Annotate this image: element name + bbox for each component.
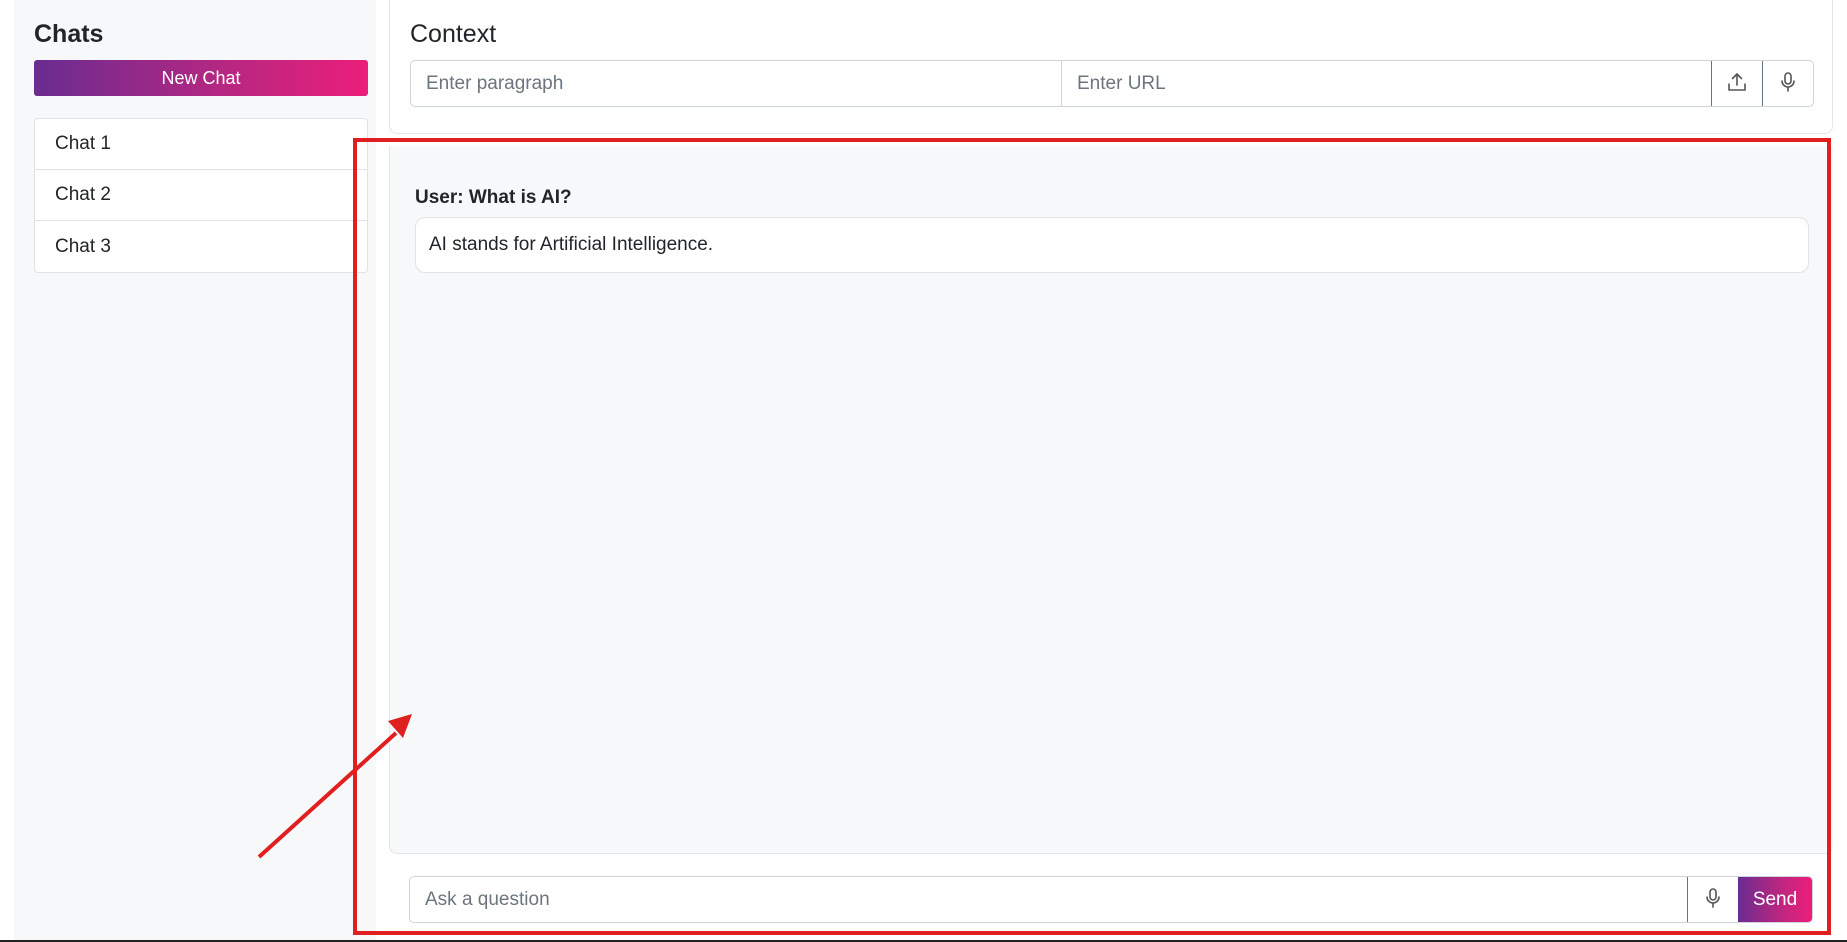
upload-icon (1726, 71, 1748, 96)
conversation-area: User: What is AI? AI stands for Artifici… (389, 146, 1833, 854)
page-margin (0, 0, 14, 942)
context-title: Context (410, 20, 497, 48)
sidebar-title: Chats (34, 20, 104, 48)
context-mic-button[interactable] (1762, 61, 1813, 106)
microphone-icon (1778, 71, 1798, 96)
question-input[interactable] (410, 877, 1687, 922)
main-panel: Context Enter paragraph Enter URL User: … (389, 0, 1833, 942)
chat-list: Chat 1 Chat 2 Chat 3 (34, 118, 368, 273)
paragraph-input[interactable] (411, 61, 1062, 106)
send-button[interactable]: Send (1738, 877, 1812, 922)
chat-list-item-2[interactable]: Chat 2 (35, 170, 367, 221)
chat-list-item-3[interactable]: Chat 3 (35, 221, 367, 272)
upload-button[interactable] (1711, 61, 1762, 106)
new-chat-button[interactable]: New Chat (34, 60, 368, 96)
microphone-icon (1703, 887, 1723, 912)
context-card: Context (389, 0, 1833, 134)
context-input-group (410, 60, 1814, 107)
question-composer: Send (409, 876, 1813, 923)
chat-list-item-1[interactable]: Chat 1 (35, 119, 367, 170)
assistant-message: AI stands for Artificial Intelligence. (415, 217, 1809, 273)
user-message: User: What is AI? (415, 187, 572, 208)
sidebar: Chats New Chat Chat 1 Chat 2 Chat 3 (14, 0, 376, 942)
url-input[interactable] (1062, 61, 1711, 106)
question-mic-button[interactable] (1687, 877, 1738, 922)
